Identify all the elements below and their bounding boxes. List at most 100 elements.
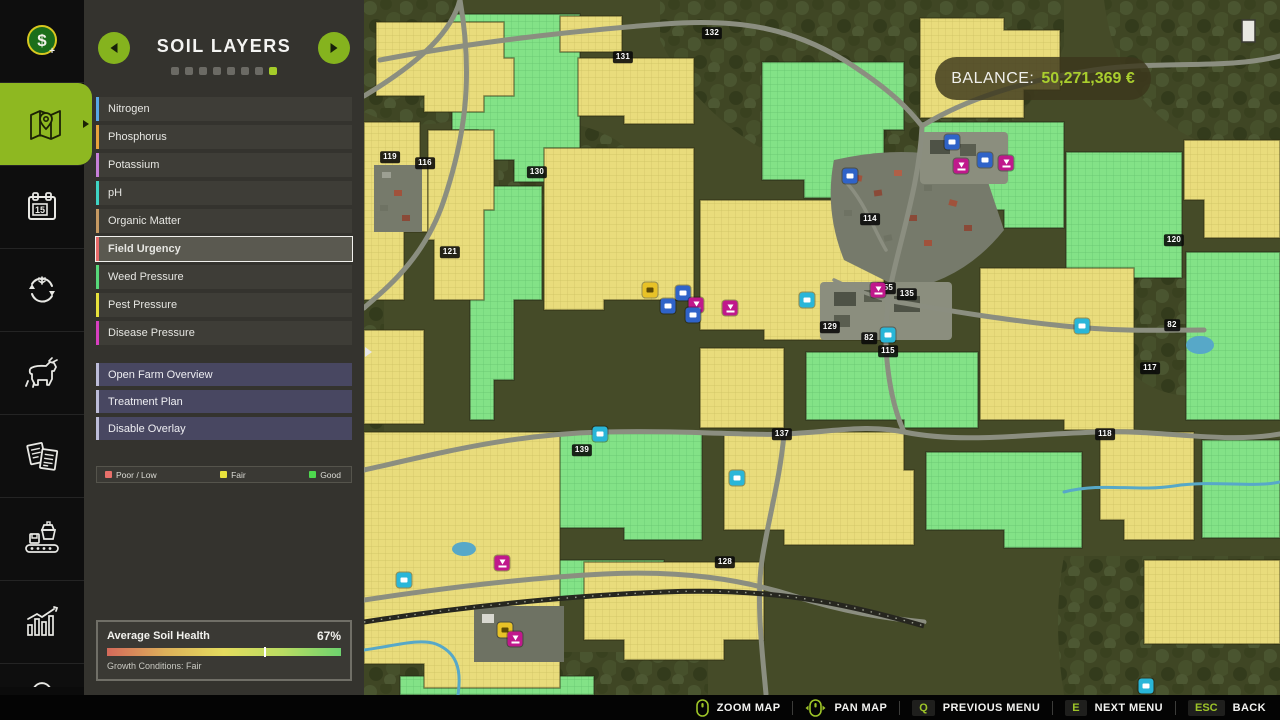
- marker-arrow-glyph: [693, 301, 699, 306]
- field-number-badge: 115: [878, 345, 898, 357]
- next-menu-label: NEXT MENU: [1095, 702, 1163, 714]
- page-dot[interactable]: [269, 67, 277, 75]
- game-screen: $ + 15: [0, 0, 1280, 720]
- layer-label: Organic Matter: [108, 215, 181, 227]
- legend-item-poor-low: Poor / Low: [105, 470, 157, 480]
- sidebar-item-animals[interactable]: [0, 332, 84, 415]
- soil-health-value: 67%: [317, 629, 341, 643]
- layer-color-bar: [96, 293, 99, 317]
- key-esc: ESC: [1188, 700, 1225, 716]
- map-hotspot-icon[interactable]: [643, 283, 658, 298]
- map-canvas: [364, 0, 1280, 695]
- world-map[interactable]: BALANCE: 50,271,369 € 132131119116130121…: [364, 0, 1280, 695]
- field-number-badge: 119: [380, 151, 400, 163]
- average-soil-health-panel: Average Soil Health 67% Growth Condition…: [96, 620, 352, 681]
- page-dot[interactable]: [241, 67, 249, 75]
- map-hotspot-icon[interactable]: [1075, 319, 1090, 334]
- map-hotspot-icon[interactable]: [1139, 679, 1154, 694]
- map-hotspot-icon[interactable]: [945, 135, 960, 150]
- sidebar-item-map[interactable]: [0, 83, 92, 166]
- soil-layer-ph[interactable]: pH: [96, 181, 352, 205]
- page-dot[interactable]: [255, 67, 263, 75]
- open-farm-overview-button[interactable]: Open Farm Overview: [96, 363, 352, 386]
- balance-value: 50,271,369 €: [1041, 70, 1134, 88]
- balance-label: BALANCE:: [951, 70, 1034, 88]
- field-number-badge: 121: [440, 246, 460, 258]
- layer-color-bar: [96, 125, 99, 149]
- previous-menu-label: PREVIOUS MENU: [943, 702, 1041, 714]
- growth-conditions-label: Growth Conditions: Fair: [107, 661, 341, 671]
- field-number-badge: 114: [860, 213, 880, 225]
- sidebar-item-statistics[interactable]: [0, 581, 84, 664]
- map-hotspot-icon[interactable]: [999, 156, 1014, 171]
- next-layer-page-button[interactable]: [318, 32, 350, 64]
- soil-health-bar: [107, 648, 341, 656]
- sidebar-item-calendar[interactable]: 15: [0, 166, 84, 249]
- layer-label: Nitrogen: [108, 103, 150, 115]
- soil-layer-weed-pressure[interactable]: Weed Pressure: [96, 265, 352, 289]
- map-hotspot-icon[interactable]: [871, 283, 886, 298]
- sidebar-item-production[interactable]: [0, 498, 84, 581]
- soil-layer-potassium[interactable]: Potassium: [96, 153, 352, 177]
- disable-overlay-button[interactable]: Disable Overlay: [96, 417, 352, 440]
- page-dots: [130, 67, 318, 75]
- field-number-badge: 82: [861, 332, 877, 344]
- panel-expand-arrow[interactable]: [365, 347, 372, 357]
- field-number-badge: 116: [415, 157, 435, 169]
- separator: [1175, 701, 1176, 715]
- page-dot[interactable]: [171, 67, 179, 75]
- marker-box-glyph: [847, 174, 854, 179]
- map-building-sign: [1242, 20, 1255, 42]
- key-e: E: [1065, 700, 1086, 716]
- map-hotspot-icon[interactable]: [978, 153, 993, 168]
- soil-layer-disease-pressure[interactable]: Disease Pressure: [96, 321, 352, 345]
- pan-map-label: PAN MAP: [834, 702, 887, 714]
- marker-arrow-glyph: [512, 635, 518, 640]
- marker-bar-glyph: [957, 168, 965, 170]
- marker-bar-glyph: [498, 565, 506, 567]
- page-dot[interactable]: [213, 67, 221, 75]
- contracts-icon: [23, 438, 61, 474]
- marker-box-glyph: [690, 313, 697, 318]
- next-menu-hint: E NEXT MENU: [1065, 700, 1163, 716]
- field-number-badge: 82: [1164, 319, 1180, 331]
- marker-box-glyph: [597, 432, 604, 437]
- sidebar-item-finances[interactable]: $ +: [0, 0, 84, 83]
- soil-layer-phosphorus[interactable]: Phosphorus: [96, 125, 352, 149]
- soil-legend: Poor / LowFairGood: [96, 466, 352, 483]
- sidebar-item-crop-rotation[interactable]: [0, 249, 84, 332]
- sidebar-item-contracts[interactable]: [0, 415, 84, 498]
- page-dot[interactable]: [227, 67, 235, 75]
- help-icon: [30, 670, 54, 687]
- map-hotspot-icon[interactable]: [508, 632, 523, 647]
- map-hotspot-icon[interactable]: [881, 328, 896, 343]
- soil-health-label: Average Soil Health: [107, 630, 210, 642]
- layer-label: Field Urgency: [108, 243, 181, 255]
- treatment-plan-button[interactable]: Treatment Plan: [96, 390, 352, 413]
- map-hotspot-icon[interactable]: [593, 427, 608, 442]
- prev-layer-page-button[interactable]: [98, 32, 130, 64]
- map-hotspot-icon[interactable]: [800, 293, 815, 308]
- soil-layer-field-urgency[interactable]: Field Urgency: [96, 237, 352, 261]
- field-number-badge: 131: [613, 51, 633, 63]
- map-hotspot-icon[interactable]: [686, 308, 701, 323]
- map-hotspot-icon[interactable]: [397, 573, 412, 588]
- legend-label: Good: [320, 470, 341, 480]
- soil-layer-nitrogen[interactable]: Nitrogen: [96, 97, 352, 121]
- map-hotspot-icon[interactable]: [954, 159, 969, 174]
- marker-box-glyph: [982, 158, 989, 163]
- layer-color-bar: [96, 237, 99, 261]
- soil-layer-organic-matter[interactable]: Organic Matter: [96, 209, 352, 233]
- map-hotspot-icon[interactable]: [723, 301, 738, 316]
- map-hotspot-icon[interactable]: [495, 556, 510, 571]
- page-dot[interactable]: [185, 67, 193, 75]
- balance-display: BALANCE: 50,271,369 €: [935, 57, 1151, 100]
- map-hotspot-icon[interactable]: [843, 169, 858, 184]
- map-hotspot-icon[interactable]: [661, 299, 676, 314]
- sidebar-item-help[interactable]: [0, 664, 84, 687]
- legend-swatch: [105, 471, 112, 478]
- page-dot[interactable]: [199, 67, 207, 75]
- production-icon: [22, 521, 62, 557]
- soil-layer-pest-pressure[interactable]: Pest Pressure: [96, 293, 352, 317]
- map-hotspot-icon[interactable]: [730, 471, 745, 486]
